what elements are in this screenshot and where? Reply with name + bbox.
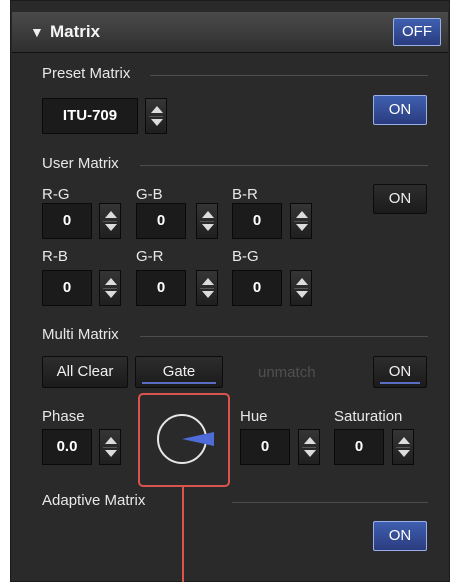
unmatch-indicator: unmatch (258, 364, 316, 381)
phase-label: Phase (42, 408, 85, 425)
user-matrix-br-label: B-R (232, 186, 258, 203)
step-up-icon[interactable] (151, 106, 163, 113)
step-down-icon[interactable] (398, 450, 410, 457)
adaptive-matrix-label: Adaptive Matrix (42, 492, 146, 509)
highlight-box (138, 393, 230, 487)
hue-value[interactable]: 0 (240, 429, 290, 465)
user-matrix-br-stepper[interactable] (290, 203, 312, 239)
step-down-icon[interactable] (105, 224, 117, 231)
adaptive-matrix-on-button[interactable]: ON (373, 521, 427, 551)
user-matrix-on-button[interactable]: ON (373, 184, 427, 214)
user-matrix-label: User Matrix (42, 155, 119, 172)
preset-matrix-value[interactable]: ITU-709 (42, 98, 138, 134)
saturation-label: Saturation (334, 408, 403, 425)
multi-matrix-separator (140, 336, 428, 337)
saturation-stepper[interactable] (392, 429, 414, 465)
user-matrix-gr-value[interactable]: 0 (136, 270, 186, 306)
saturation-value[interactable]: 0 (334, 429, 384, 465)
preset-matrix-label: Preset Matrix (42, 65, 131, 82)
step-up-icon[interactable] (105, 278, 117, 285)
user-matrix-bg-label: B-G (232, 248, 259, 265)
step-down-icon[interactable] (105, 291, 117, 298)
step-up-icon[interactable] (398, 437, 410, 444)
multi-matrix-on-button[interactable]: ON (373, 356, 427, 388)
step-down-icon[interactable] (304, 450, 316, 457)
user-matrix-gr-stepper[interactable] (196, 270, 218, 306)
step-down-icon[interactable] (296, 291, 308, 298)
phase-value[interactable]: 0.0 (42, 429, 92, 465)
hue-label: Hue (240, 408, 268, 425)
user-matrix-gb-stepper[interactable] (196, 203, 218, 239)
gate-button[interactable]: Gate (135, 356, 223, 388)
user-matrix-bg-stepper[interactable] (290, 270, 312, 306)
collapse-triangle-icon[interactable]: ▼ (30, 24, 44, 40)
step-up-icon[interactable] (202, 278, 214, 285)
step-up-icon[interactable] (105, 211, 117, 218)
hue-stepper[interactable] (298, 429, 320, 465)
preset-matrix-stepper[interactable] (145, 98, 167, 134)
step-up-icon[interactable] (202, 211, 214, 218)
preset-matrix-separator (150, 75, 428, 76)
panel-title: Matrix (50, 22, 101, 41)
user-matrix-br-value[interactable]: 0 (232, 203, 282, 239)
step-down-icon[interactable] (202, 224, 214, 231)
all-clear-button[interactable]: All Clear (42, 356, 128, 388)
user-matrix-rg-value[interactable]: 0 (42, 203, 92, 239)
user-matrix-rb-label: R-B (42, 248, 68, 265)
step-down-icon[interactable] (296, 224, 308, 231)
user-matrix-gr-label: G-R (136, 248, 164, 265)
step-up-icon[interactable] (304, 437, 316, 444)
user-matrix-gb-label: G-B (136, 186, 163, 203)
callout-line (182, 487, 184, 582)
step-down-icon[interactable] (202, 291, 214, 298)
matrix-header[interactable]: ▼ Matrix (12, 12, 448, 53)
step-down-icon[interactable] (151, 119, 163, 126)
step-up-icon[interactable] (105, 437, 117, 444)
user-matrix-separator (140, 165, 428, 166)
step-down-icon[interactable] (105, 450, 117, 457)
user-matrix-rb-stepper[interactable] (99, 270, 121, 306)
step-up-icon[interactable] (296, 278, 308, 285)
user-matrix-rb-value[interactable]: 0 (42, 270, 92, 306)
user-matrix-rg-label: R-G (42, 186, 70, 203)
adaptive-matrix-separator (232, 502, 428, 503)
matrix-off-button[interactable]: OFF (393, 18, 441, 46)
user-matrix-rg-stepper[interactable] (99, 203, 121, 239)
user-matrix-bg-value[interactable]: 0 (232, 270, 282, 306)
multi-matrix-label: Multi Matrix (42, 326, 119, 343)
preset-matrix-on-button[interactable]: ON (373, 95, 427, 125)
step-up-icon[interactable] (296, 211, 308, 218)
phase-stepper[interactable] (99, 429, 121, 465)
user-matrix-gb-value[interactable]: 0 (136, 203, 186, 239)
